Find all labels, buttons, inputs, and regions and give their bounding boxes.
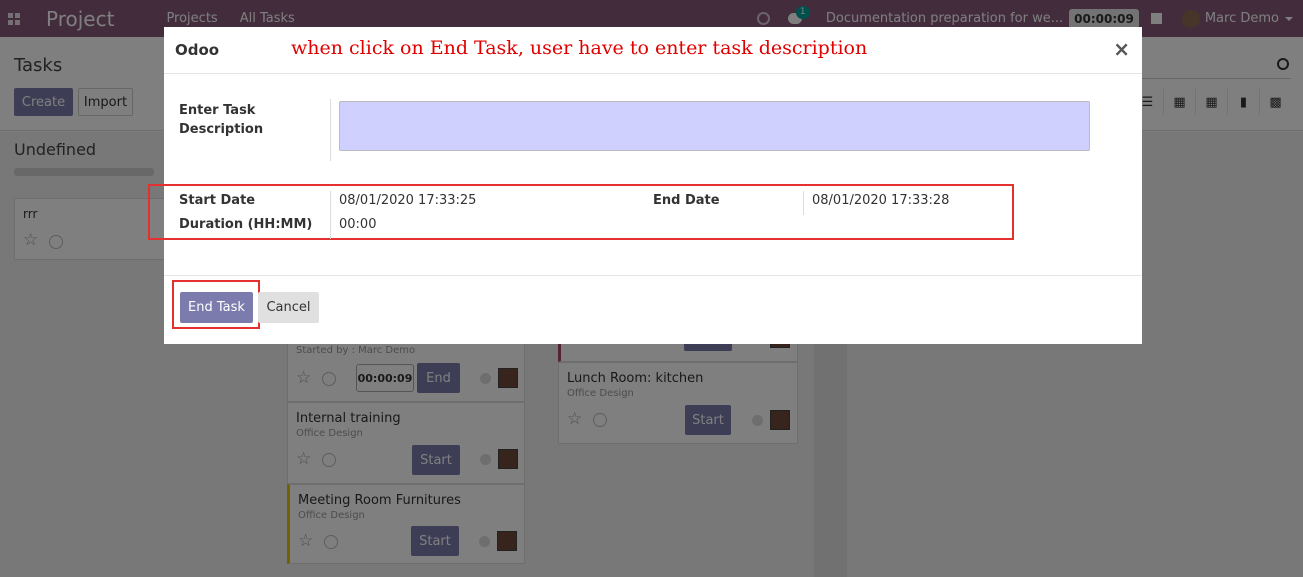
task-description-input[interactable] (339, 101, 1090, 151)
cancel-button[interactable]: Cancel (258, 292, 319, 323)
end-task-button[interactable]: End Task (180, 292, 253, 323)
dialog-header: Odoo when click on End Task, user have t… (164, 27, 1142, 74)
annotation-text: when click on End Task, user have to ent… (291, 37, 868, 59)
field-divider (803, 191, 804, 215)
start-date-label: Start Date (179, 193, 256, 208)
description-label: Enter Task Description (179, 103, 264, 137)
close-icon[interactable]: × (1113, 37, 1130, 61)
start-date-value: 08/01/2020 17:33:25 (339, 193, 477, 208)
duration-value: 00:00 (339, 217, 377, 232)
dialog-footer: End Task Cancel (164, 275, 1142, 344)
field-divider (330, 191, 331, 239)
end-task-dialog: Odoo when click on End Task, user have t… (148, 27, 1142, 344)
end-date-value: 08/01/2020 17:33:28 (812, 193, 950, 208)
end-date-label: End Date (653, 193, 720, 208)
duration-label: Duration (HH:MM) (179, 217, 313, 232)
dialog-title: Odoo (175, 41, 220, 59)
field-divider (330, 99, 331, 161)
